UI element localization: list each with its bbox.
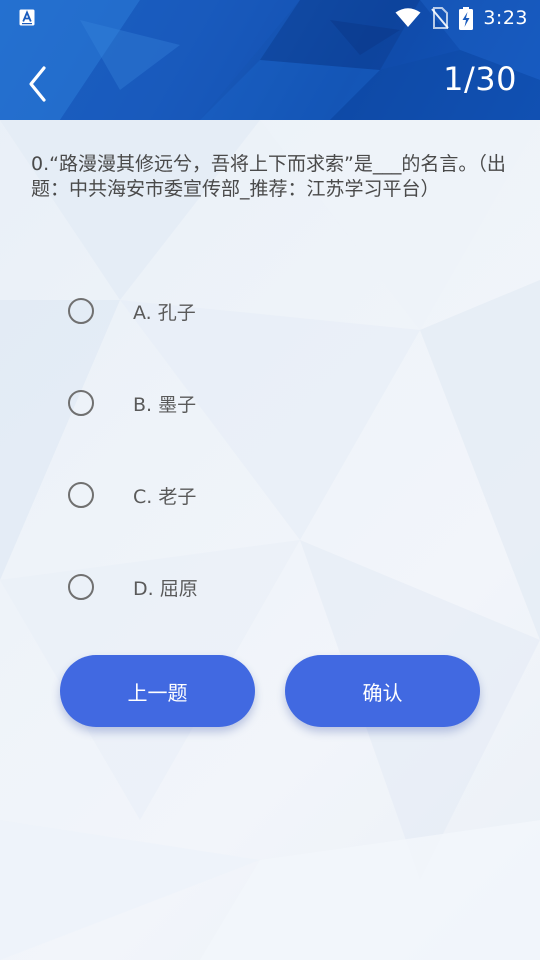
header-bar: 3:23 1/30 <box>0 0 540 120</box>
radio-button-icon[interactable] <box>68 482 94 508</box>
option-label: B. 墨子 <box>133 393 197 416</box>
radio-button-icon[interactable] <box>68 574 94 600</box>
confirm-button[interactable]: 确认 <box>285 655 480 727</box>
option-label: A. 孔子 <box>133 301 196 324</box>
status-bar: 3:23 <box>0 0 540 36</box>
battery-charging-icon <box>459 6 474 30</box>
radio-button-icon[interactable] <box>68 298 94 324</box>
wifi-icon <box>395 8 421 27</box>
option-d[interactable]: D. 屈原 <box>68 571 198 603</box>
back-button[interactable] <box>22 62 58 106</box>
option-c[interactable]: C. 老子 <box>68 479 196 511</box>
option-label: D. 屈原 <box>133 577 198 600</box>
notification-a-icon <box>19 9 35 26</box>
option-label: C. 老子 <box>133 485 197 508</box>
background-polygons <box>0 120 540 960</box>
question-text: 0.“路漫漫其修远兮，吾将上下而求索”是___的名言。（出题：中共海安市委宣传部… <box>31 153 506 200</box>
status-time: 3:23 <box>483 7 528 29</box>
option-b[interactable]: B. 墨子 <box>68 387 196 419</box>
option-a[interactable]: A. 孔子 <box>68 295 196 327</box>
quiz-screen: 3:23 1/30 0.“路漫漫其修远兮，吾将上下而求索”是___的名言。（出题… <box>0 0 540 960</box>
status-icons: 3:23 <box>395 0 528 36</box>
question-progress: 1/30 <box>443 60 517 98</box>
chevron-left-icon <box>29 66 46 102</box>
radio-button-icon[interactable] <box>68 390 94 416</box>
previous-question-button[interactable]: 上一题 <box>60 655 255 727</box>
no-sim-icon <box>431 7 450 29</box>
